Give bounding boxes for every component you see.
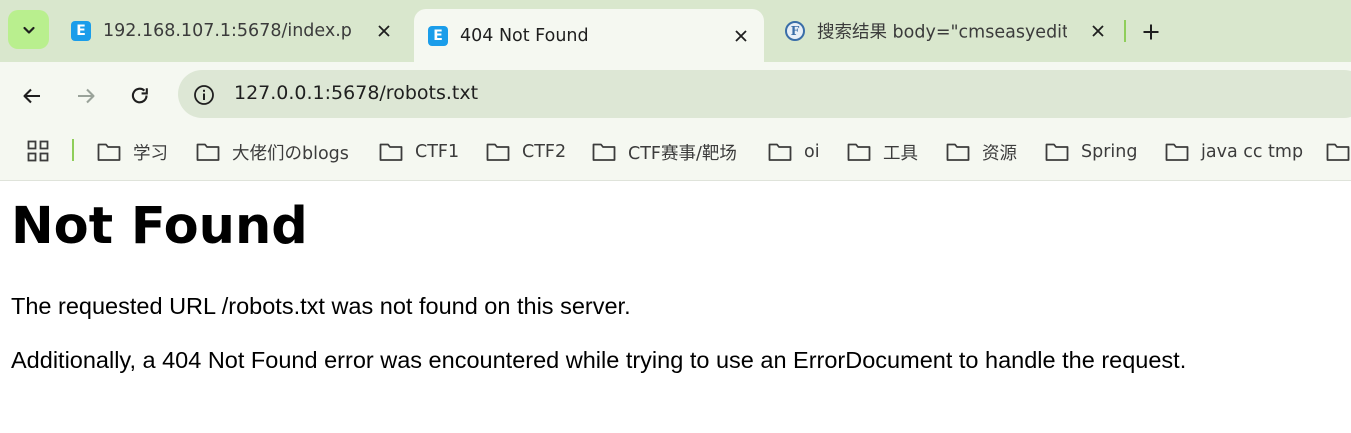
tab-search-results[interactable]: F 搜索结果 body="cmseasyedit" [771, 8, 1121, 54]
bookmark-label: CTF2 [522, 142, 567, 162]
bookmark-label: 资源 [982, 143, 1017, 164]
tab-search-button[interactable] [8, 10, 49, 49]
tab-title: 192.168.107.1:5678/index.php [103, 21, 353, 41]
tab-404-not-found[interactable]: E 404 Not Found [414, 9, 764, 62]
reload-button[interactable] [125, 81, 155, 111]
chevron-down-icon [22, 26, 35, 34]
bookmark-label: oi [804, 142, 820, 162]
bookmark-label: CTF1 [415, 142, 460, 162]
bookmark-label: 学习 [133, 143, 168, 164]
bookmark-folder-xuexi[interactable]: 学习 [97, 140, 168, 164]
tab-title: 搜索结果 body="cmseasyedit" [817, 22, 1067, 43]
navigation-toolbar: 127.0.0.1:5678/robots.txt [0, 62, 1351, 128]
folder-icon [486, 143, 510, 161]
folder-icon [592, 143, 616, 161]
e-icon: E [428, 25, 448, 46]
bookmark-label: 工具 [883, 143, 918, 164]
folder-icon [379, 143, 403, 161]
folder-icon [768, 143, 792, 161]
bookmarks-bar: 学习 大佬们のblogs CTF1 CTF2 CTF赛事/靶场 oi 工具 资源… [0, 128, 1351, 181]
folder-icon [1165, 143, 1189, 161]
e-icon: E [71, 21, 91, 41]
bookmarks-divider [72, 139, 74, 161]
bookmark-label: java cc tmp [1201, 142, 1304, 162]
bookmark-folder-blogs[interactable]: 大佬们のblogs [196, 140, 349, 164]
url-text: 127.0.0.1:5678/robots.txt [234, 82, 479, 104]
folder-icon [946, 143, 970, 161]
folder-icon [847, 143, 871, 161]
close-icon[interactable] [373, 20, 395, 42]
bookmark-label: 大佬们のblogs [232, 143, 349, 164]
forward-button[interactable] [71, 81, 101, 111]
bookmark-folder-spring[interactable]: Spring [1045, 140, 1137, 164]
address-bar[interactable]: 127.0.0.1:5678/robots.txt [178, 70, 1351, 118]
tab-divider [1124, 20, 1126, 42]
folder-icon [196, 143, 220, 161]
page-heading: Not Found [11, 197, 308, 256]
tab-strip: E 192.168.107.1:5678/index.php E 404 Not… [0, 0, 1351, 62]
tab-index-php[interactable]: E 192.168.107.1:5678/index.php [57, 8, 407, 54]
bookmark-folder-ctf2[interactable]: CTF2 [486, 140, 566, 164]
close-icon[interactable] [1087, 20, 1109, 42]
back-button[interactable] [17, 81, 47, 111]
bookmark-label: CTF赛事/靶场 [628, 143, 737, 164]
arrow-left-icon [23, 88, 40, 104]
fofa-icon: F [785, 21, 805, 41]
bookmark-folder-ctf1[interactable]: CTF1 [379, 140, 459, 164]
bookmark-label: Spring [1081, 142, 1138, 162]
bookmark-folder-resources[interactable]: 资源 [946, 140, 1017, 164]
tab-title: 404 Not Found [460, 25, 589, 46]
error-message: The requested URL /robots.txt was not fo… [11, 293, 631, 319]
folder-icon [97, 143, 121, 161]
close-icon[interactable] [730, 25, 752, 47]
bookmark-folder-tools[interactable]: 工具 [847, 140, 918, 164]
error-document-message: Additionally, a 404 Not Found error was … [11, 347, 1187, 373]
bookmark-folder-oi[interactable]: oi [768, 140, 820, 164]
bookmark-folder-ctf-events[interactable]: CTF赛事/靶场 [592, 140, 737, 164]
arrow-right-icon [78, 88, 95, 104]
site-info-icon[interactable] [193, 84, 215, 110]
reload-icon [131, 87, 148, 104]
bookmark-folder-overflow[interactable] [1326, 140, 1350, 164]
bookmark-folder-java-cc-tmp[interactable]: java cc tmp [1165, 140, 1303, 164]
new-tab-button[interactable] [1137, 18, 1165, 46]
folder-icon [1326, 143, 1350, 161]
apps-grid-icon[interactable] [27, 140, 49, 166]
folder-icon [1045, 143, 1069, 161]
plus-icon [1143, 24, 1159, 40]
